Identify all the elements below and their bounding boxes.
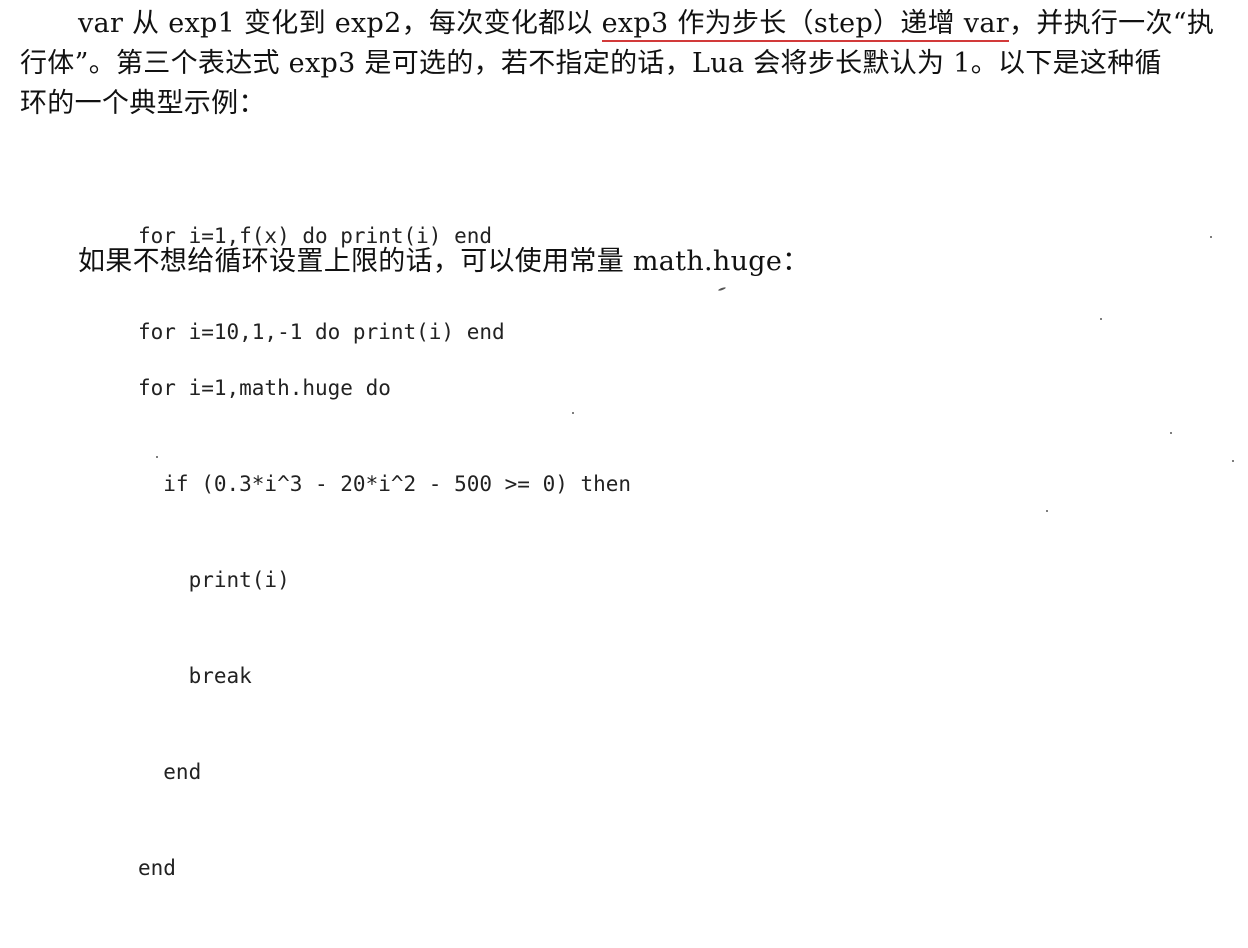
- paragraph-line-3: 环的一个典型示例：: [20, 88, 266, 119]
- code-line: print(i): [138, 568, 290, 592]
- code-line: end: [138, 856, 176, 880]
- paragraph-math-huge: 如果不想给循环设置上限的话，可以使用常量 math.huge：: [78, 246, 810, 277]
- paragraph-numeric-for-description: var 从 exp1 变化到 exp2，每次变化都以 exp3 作为步长（ste…: [20, 4, 1230, 124]
- code-line: break: [138, 664, 252, 688]
- code-line: for i=1,math.huge do: [138, 376, 391, 400]
- scan-speck: [1232, 460, 1234, 462]
- paragraph-line-1: var 从 exp1 变化到 exp2，每次变化都以 exp3 作为步长（ste…: [20, 4, 1230, 44]
- line1-text-end: ，并执行一次“执: [1008, 8, 1215, 39]
- underlined-phrase: exp3 作为步长（step）递增 var: [601, 8, 1009, 42]
- line1-text-start: var 从 exp1 变化到 exp2，每次变化都以: [78, 8, 602, 39]
- scan-speck: [1210, 236, 1212, 238]
- code-line: end: [138, 760, 202, 784]
- code-example-math-huge-loop: for i=1,math.huge do if (0.3*i^3 - 20*i^…: [138, 308, 631, 948]
- scan-speck: [156, 456, 158, 458]
- scan-speck: [717, 286, 727, 292]
- document-page: var 从 exp1 变化到 exp2，每次变化都以 exp3 作为步长（ste…: [0, 0, 1248, 880]
- scan-speck: [572, 412, 574, 414]
- scan-speck: [1046, 510, 1048, 512]
- scan-speck: [1170, 432, 1172, 434]
- paragraph-line-2: 行体”。第三个表达式 exp3 是可选的，若不指定的话，Lua 会将步长默认为 …: [20, 48, 1162, 79]
- code-line: if (0.3*i^3 - 20*i^2 - 500 >= 0) then: [138, 472, 632, 496]
- scan-speck: [1100, 318, 1102, 320]
